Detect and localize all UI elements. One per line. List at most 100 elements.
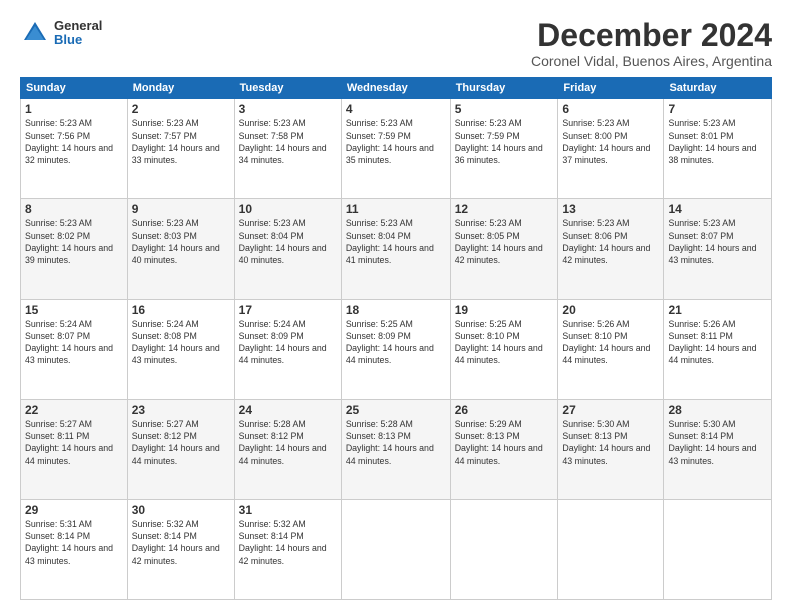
- day-number: 4: [346, 102, 446, 116]
- day-info: Sunrise: 5:25 AMSunset: 8:09 PMDaylight:…: [346, 319, 434, 366]
- empty-cell: [558, 499, 664, 599]
- logo-icon: [20, 18, 50, 48]
- day-number: 7: [668, 102, 767, 116]
- day-number: 12: [455, 202, 554, 216]
- day-number: 27: [562, 403, 659, 417]
- day-number: 19: [455, 303, 554, 317]
- day-cell-6: 6 Sunrise: 5:23 AMSunset: 8:00 PMDayligh…: [558, 99, 664, 199]
- location: Coronel Vidal, Buenos Aires, Argentina: [531, 53, 772, 69]
- header: General Blue December 2024 Coronel Vidal…: [20, 18, 772, 69]
- page: General Blue December 2024 Coronel Vidal…: [0, 0, 792, 612]
- day-cell-20: 20 Sunrise: 5:26 AMSunset: 8:10 PMDaylig…: [558, 299, 664, 399]
- day-cell-29: 29 Sunrise: 5:31 AMSunset: 8:14 PMDaylig…: [21, 499, 128, 599]
- day-info: Sunrise: 5:23 AMSunset: 8:04 PMDaylight:…: [239, 218, 327, 265]
- day-info: Sunrise: 5:23 AMSunset: 8:03 PMDaylight:…: [132, 218, 220, 265]
- day-number: 14: [668, 202, 767, 216]
- day-cell-1: 1 Sunrise: 5:23 AMSunset: 7:56 PMDayligh…: [21, 99, 128, 199]
- day-info: Sunrise: 5:24 AMSunset: 8:09 PMDaylight:…: [239, 319, 327, 366]
- day-cell-28: 28 Sunrise: 5:30 AMSunset: 8:14 PMDaylig…: [664, 399, 772, 499]
- calendar-week-3: 15 Sunrise: 5:24 AMSunset: 8:07 PMDaylig…: [21, 299, 772, 399]
- day-cell-24: 24 Sunrise: 5:28 AMSunset: 8:12 PMDaylig…: [234, 399, 341, 499]
- day-info: Sunrise: 5:23 AMSunset: 8:06 PMDaylight:…: [562, 218, 650, 265]
- logo-general-text: General: [54, 19, 102, 33]
- day-cell-5: 5 Sunrise: 5:23 AMSunset: 7:59 PMDayligh…: [450, 99, 558, 199]
- day-info: Sunrise: 5:23 AMSunset: 7:56 PMDaylight:…: [25, 118, 113, 165]
- day-info: Sunrise: 5:23 AMSunset: 8:02 PMDaylight:…: [25, 218, 113, 265]
- calendar-week-5: 29 Sunrise: 5:31 AMSunset: 8:14 PMDaylig…: [21, 499, 772, 599]
- day-cell-13: 13 Sunrise: 5:23 AMSunset: 8:06 PMDaylig…: [558, 199, 664, 299]
- day-cell-21: 21 Sunrise: 5:26 AMSunset: 8:11 PMDaylig…: [664, 299, 772, 399]
- day-info: Sunrise: 5:32 AMSunset: 8:14 PMDaylight:…: [239, 519, 327, 566]
- day-cell-17: 17 Sunrise: 5:24 AMSunset: 8:09 PMDaylig…: [234, 299, 341, 399]
- day-number: 26: [455, 403, 554, 417]
- logo: General Blue: [20, 18, 102, 48]
- logo-blue-text: Blue: [54, 33, 102, 47]
- header-tuesday: Tuesday: [234, 78, 341, 99]
- day-cell-3: 3 Sunrise: 5:23 AMSunset: 7:58 PMDayligh…: [234, 99, 341, 199]
- day-info: Sunrise: 5:32 AMSunset: 8:14 PMDaylight:…: [132, 519, 220, 566]
- day-cell-31: 31 Sunrise: 5:32 AMSunset: 8:14 PMDaylig…: [234, 499, 341, 599]
- header-monday: Monday: [127, 78, 234, 99]
- day-cell-27: 27 Sunrise: 5:30 AMSunset: 8:13 PMDaylig…: [558, 399, 664, 499]
- empty-cell: [664, 499, 772, 599]
- day-cell-4: 4 Sunrise: 5:23 AMSunset: 7:59 PMDayligh…: [341, 99, 450, 199]
- day-number: 10: [239, 202, 337, 216]
- day-number: 23: [132, 403, 230, 417]
- day-number: 25: [346, 403, 446, 417]
- day-number: 15: [25, 303, 123, 317]
- day-cell-23: 23 Sunrise: 5:27 AMSunset: 8:12 PMDaylig…: [127, 399, 234, 499]
- day-info: Sunrise: 5:23 AMSunset: 7:58 PMDaylight:…: [239, 118, 327, 165]
- day-number: 1: [25, 102, 123, 116]
- day-info: Sunrise: 5:23 AMSunset: 7:57 PMDaylight:…: [132, 118, 220, 165]
- day-info: Sunrise: 5:26 AMSunset: 8:11 PMDaylight:…: [668, 319, 756, 366]
- day-info: Sunrise: 5:26 AMSunset: 8:10 PMDaylight:…: [562, 319, 650, 366]
- day-info: Sunrise: 5:23 AMSunset: 8:05 PMDaylight:…: [455, 218, 543, 265]
- header-friday: Friday: [558, 78, 664, 99]
- day-info: Sunrise: 5:24 AMSunset: 8:07 PMDaylight:…: [25, 319, 113, 366]
- day-cell-9: 9 Sunrise: 5:23 AMSunset: 8:03 PMDayligh…: [127, 199, 234, 299]
- day-info: Sunrise: 5:23 AMSunset: 8:01 PMDaylight:…: [668, 118, 756, 165]
- empty-cell: [450, 499, 558, 599]
- day-number: 8: [25, 202, 123, 216]
- day-cell-26: 26 Sunrise: 5:29 AMSunset: 8:13 PMDaylig…: [450, 399, 558, 499]
- header-thursday: Thursday: [450, 78, 558, 99]
- day-info: Sunrise: 5:25 AMSunset: 8:10 PMDaylight:…: [455, 319, 543, 366]
- day-number: 13: [562, 202, 659, 216]
- day-info: Sunrise: 5:28 AMSunset: 8:12 PMDaylight:…: [239, 419, 327, 466]
- day-number: 30: [132, 503, 230, 517]
- day-cell-18: 18 Sunrise: 5:25 AMSunset: 8:09 PMDaylig…: [341, 299, 450, 399]
- day-number: 17: [239, 303, 337, 317]
- day-number: 3: [239, 102, 337, 116]
- day-cell-7: 7 Sunrise: 5:23 AMSunset: 8:01 PMDayligh…: [664, 99, 772, 199]
- header-wednesday: Wednesday: [341, 78, 450, 99]
- title-block: December 2024 Coronel Vidal, Buenos Aire…: [531, 18, 772, 69]
- day-number: 31: [239, 503, 337, 517]
- day-info: Sunrise: 5:23 AMSunset: 7:59 PMDaylight:…: [346, 118, 434, 165]
- day-cell-25: 25 Sunrise: 5:28 AMSunset: 8:13 PMDaylig…: [341, 399, 450, 499]
- day-number: 21: [668, 303, 767, 317]
- day-info: Sunrise: 5:27 AMSunset: 8:11 PMDaylight:…: [25, 419, 113, 466]
- day-cell-8: 8 Sunrise: 5:23 AMSunset: 8:02 PMDayligh…: [21, 199, 128, 299]
- day-cell-12: 12 Sunrise: 5:23 AMSunset: 8:05 PMDaylig…: [450, 199, 558, 299]
- day-info: Sunrise: 5:30 AMSunset: 8:13 PMDaylight:…: [562, 419, 650, 466]
- day-cell-2: 2 Sunrise: 5:23 AMSunset: 7:57 PMDayligh…: [127, 99, 234, 199]
- day-number: 2: [132, 102, 230, 116]
- day-number: 29: [25, 503, 123, 517]
- day-number: 9: [132, 202, 230, 216]
- day-number: 18: [346, 303, 446, 317]
- calendar-week-4: 22 Sunrise: 5:27 AMSunset: 8:11 PMDaylig…: [21, 399, 772, 499]
- day-number: 6: [562, 102, 659, 116]
- day-number: 28: [668, 403, 767, 417]
- header-saturday: Saturday: [664, 78, 772, 99]
- day-cell-15: 15 Sunrise: 5:24 AMSunset: 8:07 PMDaylig…: [21, 299, 128, 399]
- day-number: 5: [455, 102, 554, 116]
- day-cell-30: 30 Sunrise: 5:32 AMSunset: 8:14 PMDaylig…: [127, 499, 234, 599]
- day-info: Sunrise: 5:23 AMSunset: 7:59 PMDaylight:…: [455, 118, 543, 165]
- day-number: 16: [132, 303, 230, 317]
- day-number: 20: [562, 303, 659, 317]
- day-number: 24: [239, 403, 337, 417]
- weekday-header-row: Sunday Monday Tuesday Wednesday Thursday…: [21, 78, 772, 99]
- day-info: Sunrise: 5:24 AMSunset: 8:08 PMDaylight:…: [132, 319, 220, 366]
- calendar-week-2: 8 Sunrise: 5:23 AMSunset: 8:02 PMDayligh…: [21, 199, 772, 299]
- day-info: Sunrise: 5:23 AMSunset: 8:00 PMDaylight:…: [562, 118, 650, 165]
